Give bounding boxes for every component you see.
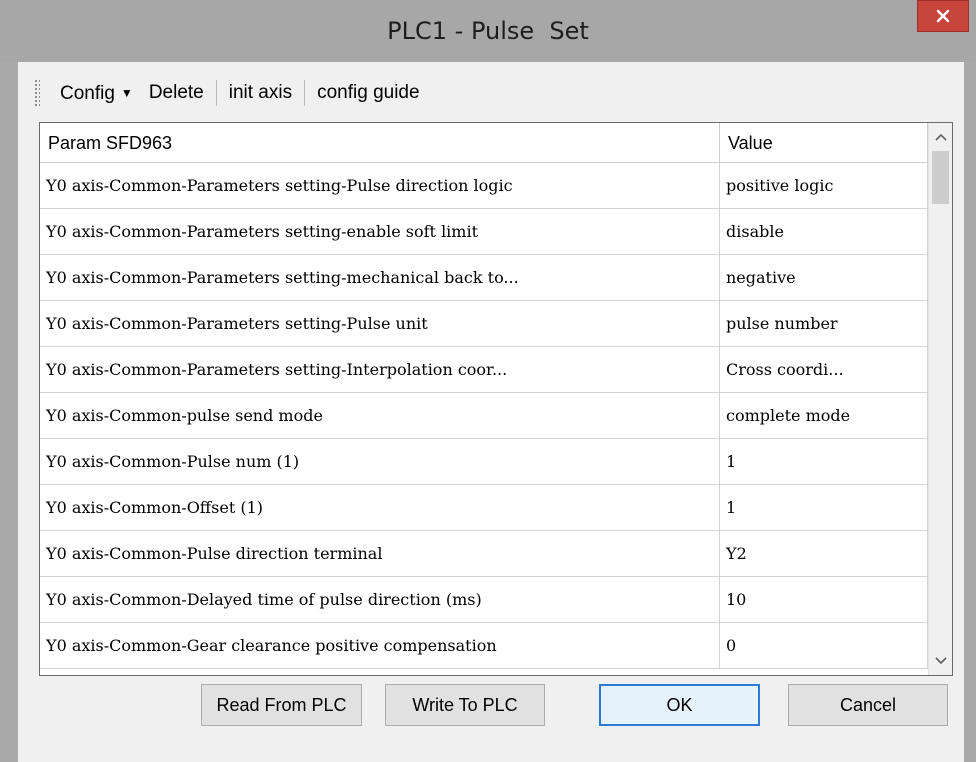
value-cell[interactable]: 10 (720, 577, 928, 622)
scrollbar-thumb[interactable] (932, 151, 949, 204)
ok-button[interactable]: OK (599, 684, 760, 726)
table-row[interactable]: Y0 axis-Common-Pulse direction terminal Y… (40, 531, 928, 577)
param-cell[interactable]: Y0 axis-Common-Parameters setting-mechan… (40, 255, 720, 300)
table-row[interactable]: Y0 axis-Common-Pulse num (1) 1 (40, 439, 928, 485)
delete-button[interactable]: Delete (141, 77, 212, 109)
toolbar-grip-icon[interactable] (34, 79, 40, 107)
column-header-param[interactable]: Param SFD963 (40, 123, 720, 162)
dialog-body: Config ▼ Delete init axis config guide Pa… (18, 62, 964, 762)
value-cell[interactable]: 1 (720, 485, 928, 530)
close-button[interactable] (917, 0, 969, 32)
window-title: PLC1 - Pulse Set (387, 17, 589, 45)
vertical-scrollbar[interactable] (928, 123, 952, 675)
value-cell[interactable]: complete mode (720, 393, 928, 438)
param-grid: Param SFD963 Value Y0 axis-Common-Parame… (40, 123, 928, 675)
param-cell[interactable]: Y0 axis-Common-Parameters setting-Pulse … (40, 163, 720, 208)
param-cell[interactable]: Y0 axis-Common-pulse send mode (40, 393, 720, 438)
table-row[interactable]: Y0 axis-Common-Offset (1) 1 (40, 485, 928, 531)
table-row[interactable]: Y0 axis-Common-Parameters setting-Pulse … (40, 301, 928, 347)
table-row[interactable]: Y0 axis-Common-Delayed time of pulse dir… (40, 577, 928, 623)
scroll-down-button[interactable] (929, 649, 952, 673)
toolbar-separator (304, 80, 306, 106)
chevron-down-icon (934, 657, 947, 665)
table-rows: Y0 axis-Common-Parameters setting-Pulse … (40, 163, 928, 669)
param-cell[interactable]: Y0 axis-Common-Delayed time of pulse dir… (40, 577, 720, 622)
table-row[interactable]: Y0 axis-Common-Parameters setting-mechan… (40, 255, 928, 301)
pulse-set-dialog: PLC1 - Pulse Set Config ▼ Delete init axi… (0, 0, 976, 762)
param-table: Param SFD963 Value Y0 axis-Common-Parame… (39, 122, 953, 676)
cancel-button[interactable]: Cancel (788, 684, 948, 726)
close-icon (936, 9, 950, 23)
init-axis-button[interactable]: init axis (221, 77, 300, 109)
value-cell[interactable]: negative (720, 255, 928, 300)
value-cell[interactable]: pulse number (720, 301, 928, 346)
toolbar-separator (215, 80, 217, 106)
param-cell[interactable]: Y0 axis-Common-Parameters setting-Interp… (40, 347, 720, 392)
toolbar: Config ▼ Delete init axis config guide (34, 74, 948, 112)
table-row[interactable]: Y0 axis-Common-Parameters setting-Interp… (40, 347, 928, 393)
column-header-value[interactable]: Value (720, 123, 928, 162)
table-row[interactable]: Y0 axis-Common-Parameters setting-Pulse … (40, 163, 928, 209)
table-row[interactable]: Y0 axis-Common-Parameters setting-enable… (40, 209, 928, 255)
table-row[interactable]: Y0 axis-Common-pulse send mode complete m… (40, 393, 928, 439)
table-header: Param SFD963 Value (40, 123, 928, 163)
param-cell[interactable]: Y0 axis-Common-Pulse direction terminal (40, 531, 720, 576)
config-label: Config (60, 83, 115, 104)
scroll-up-button[interactable] (929, 125, 952, 149)
config-menu-button[interactable]: Config ▼ (52, 77, 141, 109)
value-cell[interactable]: 1 (720, 439, 928, 484)
table-row[interactable]: Y0 axis-Common-Gear clearance positive c… (40, 623, 928, 669)
param-cell[interactable]: Y0 axis-Common-Pulse num (1) (40, 439, 720, 484)
title-bar[interactable]: PLC1 - Pulse Set (0, 0, 976, 62)
value-cell[interactable]: disable (720, 209, 928, 254)
param-cell[interactable]: Y0 axis-Common-Offset (1) (40, 485, 720, 530)
caret-down-icon: ▼ (120, 86, 133, 100)
param-cell[interactable]: Y0 axis-Common-Gear clearance positive c… (40, 623, 720, 668)
config-guide-button[interactable]: config guide (309, 77, 427, 109)
read-from-plc-button[interactable]: Read From PLC (201, 684, 362, 726)
value-cell[interactable]: Cross coordi... (720, 347, 928, 392)
chevron-up-icon (934, 133, 947, 141)
param-cell[interactable]: Y0 axis-Common-Parameters setting-Pulse … (40, 301, 720, 346)
value-cell[interactable]: positive logic (720, 163, 928, 208)
value-cell[interactable]: Y2 (720, 531, 928, 576)
param-cell[interactable]: Y0 axis-Common-Parameters setting-enable… (40, 209, 720, 254)
write-to-plc-button[interactable]: Write To PLC (385, 684, 545, 726)
value-cell[interactable]: 0 (720, 623, 928, 668)
